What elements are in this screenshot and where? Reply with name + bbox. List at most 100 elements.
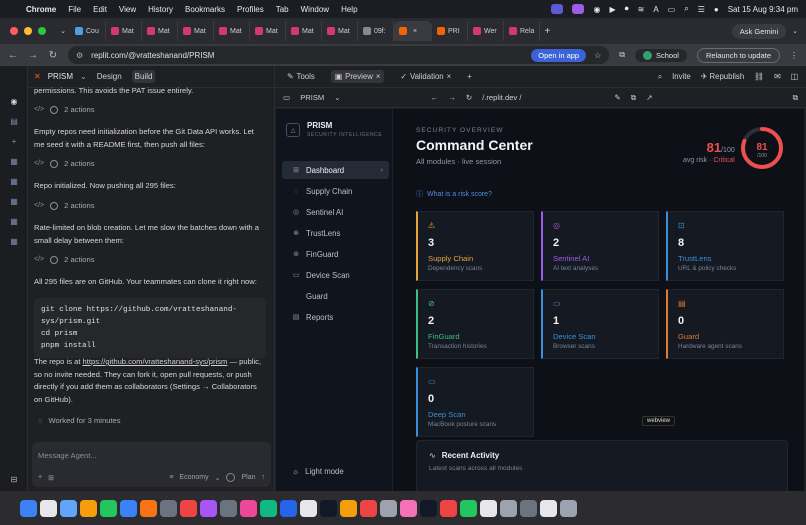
build-tab[interactable]: Build (131, 70, 156, 83)
preview-app-name[interactable]: PRISM (300, 93, 324, 102)
browser-tab[interactable]: Mat (106, 21, 142, 41)
new-tab-button[interactable]: + (540, 26, 554, 37)
home-icon[interactable]: ◉ (9, 96, 19, 106)
close-icon[interactable]: × (447, 72, 452, 81)
module-card[interactable]: ⚠ 3 Supply Chain Dependency scans (416, 211, 534, 281)
battery-icon[interactable]: ▭ (668, 5, 676, 14)
grid-icon[interactable]: ▦ (9, 176, 19, 186)
browser-tab[interactable]: Cou (70, 21, 106, 41)
dock-app-icon[interactable] (300, 499, 317, 517)
worked-status[interactable]: ◌ Worked for 3 minutes (38, 415, 121, 428)
republish-button[interactable]: ✈ Republish (701, 72, 744, 81)
plan-toggle[interactable] (226, 473, 236, 482)
browser-tab[interactable]: Mat (286, 21, 322, 41)
dock-app-icon[interactable] (540, 499, 557, 517)
tab-validation[interactable]: ✓ Validation × (396, 70, 455, 83)
image-icon[interactable]: ⊞ (48, 474, 54, 482)
actions-row[interactable]: </> 2 actions (34, 104, 95, 117)
menu-history[interactable]: History (148, 5, 173, 14)
extensions-icon[interactable]: ⧉ (619, 50, 625, 60)
menu-edit[interactable]: Edit (93, 5, 107, 14)
nav-trustlens[interactable]: ⊗ TrustLens (282, 224, 389, 242)
browser-tab[interactable]: Mat (322, 21, 358, 41)
screen-share-icon[interactable] (551, 4, 564, 14)
browser-tab[interactable]: Mat (214, 21, 250, 41)
blocks-icon[interactable]: ▦ (9, 196, 19, 206)
back-icon[interactable]: ← (8, 50, 18, 61)
chevron-down-icon[interactable]: ⌄ (215, 474, 221, 482)
light-mode-toggle[interactable]: ☼ Light mode (292, 467, 344, 476)
module-card[interactable]: ▤ 0 Guard Hardware agent scans (666, 289, 784, 359)
risk-score-help-link[interactable]: ⓘ What is a risk score? (416, 189, 492, 199)
module-card[interactable]: ◎ 2 Sentinel AI AI text analyses (541, 211, 659, 281)
close-window-button[interactable] (10, 27, 18, 35)
dock-app-icon[interactable] (40, 499, 57, 517)
menu-help[interactable]: Help (341, 5, 357, 14)
collapse-sidebar-icon[interactable]: ⊟ (9, 474, 19, 484)
profile-button[interactable]: School (635, 48, 687, 62)
nav-reports[interactable]: ▤ Reports (282, 308, 389, 326)
dock-app-icon[interactable] (180, 499, 197, 517)
dock-app-icon[interactable] (520, 499, 537, 517)
tab-tools[interactable]: ✎ Tools (283, 70, 319, 83)
add-attachment-icon[interactable]: + (38, 474, 42, 481)
new-tab-button[interactable]: + (467, 72, 472, 81)
browser-tab[interactable]: PRI (432, 21, 468, 41)
browser-tab[interactable]: Wer (468, 21, 504, 41)
panel-icon[interactable]: ◫ (791, 72, 798, 81)
actions-row[interactable]: </> 2 actions (34, 158, 95, 171)
actions-row[interactable]: </> 2 actions (34, 200, 95, 213)
nav-finguard[interactable]: ⊛ FinGuard (282, 245, 389, 263)
repo-link[interactable]: https://github.com/vratteshanand-sys/pri… (83, 357, 228, 366)
reload-icon[interactable]: ↻ (48, 50, 58, 61)
open-in-app-button[interactable]: Open in app (531, 48, 587, 62)
module-card[interactable]: ⊡ 8 TrustLens URL & policy checks (666, 211, 784, 281)
minimize-window-button[interactable] (24, 27, 32, 35)
module-card[interactable]: ▭ 0 Deep Scan MacBook posture scans (416, 367, 534, 437)
screenshot-icon[interactable]: ⧉ (631, 93, 636, 103)
dock-app-icon[interactable] (440, 499, 457, 517)
dock-app-icon[interactable] (200, 499, 217, 517)
ask-gemini-button[interactable]: Ask Gemini (731, 23, 787, 39)
url-text[interactable]: replit.com/@vratteshanand/PRISM (91, 51, 214, 60)
dock-app-icon[interactable] (80, 499, 97, 517)
layers-icon[interactable]: ▦ (9, 216, 19, 226)
browser-tab[interactable]: × (394, 21, 432, 41)
clock[interactable]: Sat 15 Aug 9:34 pm (728, 5, 798, 14)
split-icon[interactable]: ⧉ (793, 93, 798, 103)
siri-icon[interactable]: ● (714, 5, 719, 14)
bookmark-star-icon[interactable]: ☆ (594, 51, 601, 60)
dock-app-icon[interactable] (420, 499, 437, 517)
dock-app-icon[interactable] (160, 499, 177, 517)
zoom-window-button[interactable] (38, 27, 46, 35)
tab-search-icon[interactable]: ⌄ (56, 27, 70, 35)
close-icon[interactable]: × (376, 72, 381, 81)
files-icon[interactable]: ▤ (9, 116, 19, 126)
reload-icon[interactable]: ↻ (466, 93, 472, 102)
nav-supply-chain[interactable]: ◌ Supply Chain (282, 182, 389, 200)
wifi-icon[interactable]: ≋ (638, 5, 645, 14)
browser-tab[interactable]: Mat (250, 21, 286, 41)
design-tab[interactable]: Design (94, 70, 125, 83)
grid-status-icon[interactable]: ◉ (593, 5, 600, 14)
chevron-down-icon[interactable]: ⌄ (80, 72, 87, 81)
back-icon[interactable]: ← (431, 93, 439, 102)
menu-bookmarks[interactable]: Bookmarks (185, 5, 225, 14)
dock-app-icon[interactable] (120, 499, 137, 517)
module-card[interactable]: ⊘ 2 FinGuard Transaction histories (416, 289, 534, 359)
browser-tab[interactable]: Mat (142, 21, 178, 41)
plan-label[interactable]: Plan (241, 474, 255, 481)
actions-row[interactable]: </> 2 actions (34, 254, 95, 267)
search-icon[interactable]: ⌕ (658, 72, 662, 82)
keyboard-a-icon[interactable]: A (653, 5, 658, 14)
close-tab-icon[interactable]: × (413, 28, 417, 35)
dock-app-icon[interactable] (480, 499, 497, 517)
spotlight-search-icon[interactable]: ⌕ (684, 4, 688, 14)
send-icon[interactable]: ↑ (262, 474, 266, 481)
nav-device-scan[interactable]: ▭ Device Scan (282, 266, 389, 284)
chrome-menu-icon[interactable]: ⋮ (790, 51, 798, 60)
dock-app-icon[interactable] (380, 499, 397, 517)
nav-guard[interactable]: Guard (282, 287, 389, 305)
message-input[interactable]: Message Agent... + ⊞ ≡ Economy ⌄ Plan ↑ (32, 442, 271, 487)
site-info-icon[interactable]: ⚙ (76, 51, 83, 60)
